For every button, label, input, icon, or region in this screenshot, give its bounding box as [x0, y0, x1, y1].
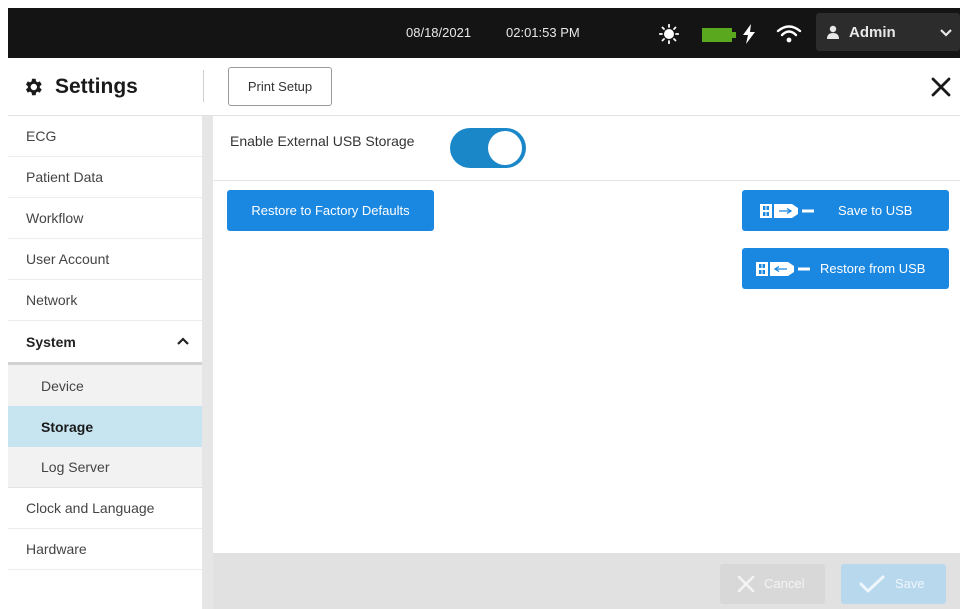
charging-bolt-icon	[743, 24, 755, 44]
close-icon[interactable]	[930, 76, 952, 98]
save-to-usb-button[interactable]: Save to USB	[742, 190, 949, 231]
sidebar-item-patient-data[interactable]: Patient Data	[8, 157, 203, 198]
wifi-icon[interactable]	[776, 24, 802, 44]
sidebar-item-log-server[interactable]: Log Server	[8, 447, 203, 488]
restore-from-usb-button[interactable]: Restore from USB	[742, 248, 949, 289]
sidebar-item-system[interactable]: System	[8, 321, 203, 365]
user-menu[interactable]: Admin	[816, 13, 960, 51]
restore-factory-defaults-label: Restore to Factory Defaults	[251, 203, 410, 218]
sidebar-item-label: Clock and Language	[26, 500, 155, 516]
sidebar-item-clock-and-language[interactable]: Clock and Language	[8, 488, 203, 529]
save-to-usb-label: Save to USB	[838, 203, 913, 218]
restore-factory-defaults-button[interactable]: Restore to Factory Defaults	[227, 190, 434, 231]
person-icon	[827, 25, 839, 39]
sidebar-item-label: Patient Data	[26, 169, 104, 185]
cancel-label: Cancel	[764, 576, 805, 591]
sidebar-item-storage[interactable]: Storage	[8, 406, 203, 447]
user-name: Admin	[849, 24, 896, 41]
sidebar-item-ecg[interactable]: ECG	[8, 116, 203, 157]
sidebar-scroll-gutter	[202, 116, 213, 609]
close-icon	[737, 575, 755, 593]
save-label: Save	[895, 576, 925, 591]
sidebar-item-workflow[interactable]: Workflow	[8, 198, 203, 239]
usb-drive-icon	[760, 204, 814, 218]
sidebar-item-user-account[interactable]: User Account	[8, 239, 203, 280]
sidebar-item-hardware[interactable]: Hardware	[8, 529, 203, 570]
sidebar-item-label: Device	[41, 377, 84, 394]
print-setup-button[interactable]: Print Setup	[228, 67, 332, 106]
action-footer: Cancel Save	[213, 553, 960, 609]
usb-storage-toggle[interactable]	[450, 128, 526, 168]
sidebar-item-device[interactable]: Device	[8, 365, 203, 406]
storage-panel: Enable External USB Storage Restore to F…	[213, 116, 960, 553]
sidebar-item-label: Hardware	[26, 541, 87, 557]
page-title: Settings	[55, 75, 138, 98]
sidebar-item-label: System	[26, 333, 76, 350]
gear-icon	[25, 78, 42, 96]
sidebar-item-label: Network	[26, 292, 78, 308]
cancel-button[interactable]: Cancel	[720, 564, 825, 604]
brightness-icon[interactable]	[659, 24, 679, 44]
save-button[interactable]: Save	[841, 564, 946, 604]
battery-icon	[702, 28, 736, 42]
sidebar-item-network[interactable]: Network	[8, 280, 203, 321]
restore-from-usb-label: Restore from USB	[820, 261, 926, 276]
header-divider	[203, 70, 204, 102]
usb-storage-row: Enable External USB Storage	[213, 116, 960, 181]
status-time: 02:01:53 PM	[506, 25, 580, 40]
settings-header: Settings Print Setup	[8, 58, 960, 116]
chevron-down-icon	[940, 29, 952, 37]
status-date: 08/18/2021	[406, 25, 472, 40]
sidebar-item-label: Workflow	[26, 210, 84, 226]
usb-storage-label: Enable External USB Storage	[230, 133, 415, 149]
chevron-up-icon	[177, 337, 189, 345]
sidebar-item-label: User Account	[26, 251, 110, 267]
usb-drive-icon	[756, 262, 810, 276]
toggle-knob	[488, 131, 522, 165]
sidebar-item-label: Storage	[41, 418, 94, 435]
checkmark-icon	[859, 575, 885, 593]
status-bar: 08/18/2021 02:01:53 PM Admin	[8, 8, 960, 58]
sidebar-item-label: Log Server	[41, 459, 110, 475]
settings-sidebar: ECG Patient Data Workflow User Account N…	[8, 116, 203, 609]
sidebar-item-label: ECG	[26, 128, 57, 144]
